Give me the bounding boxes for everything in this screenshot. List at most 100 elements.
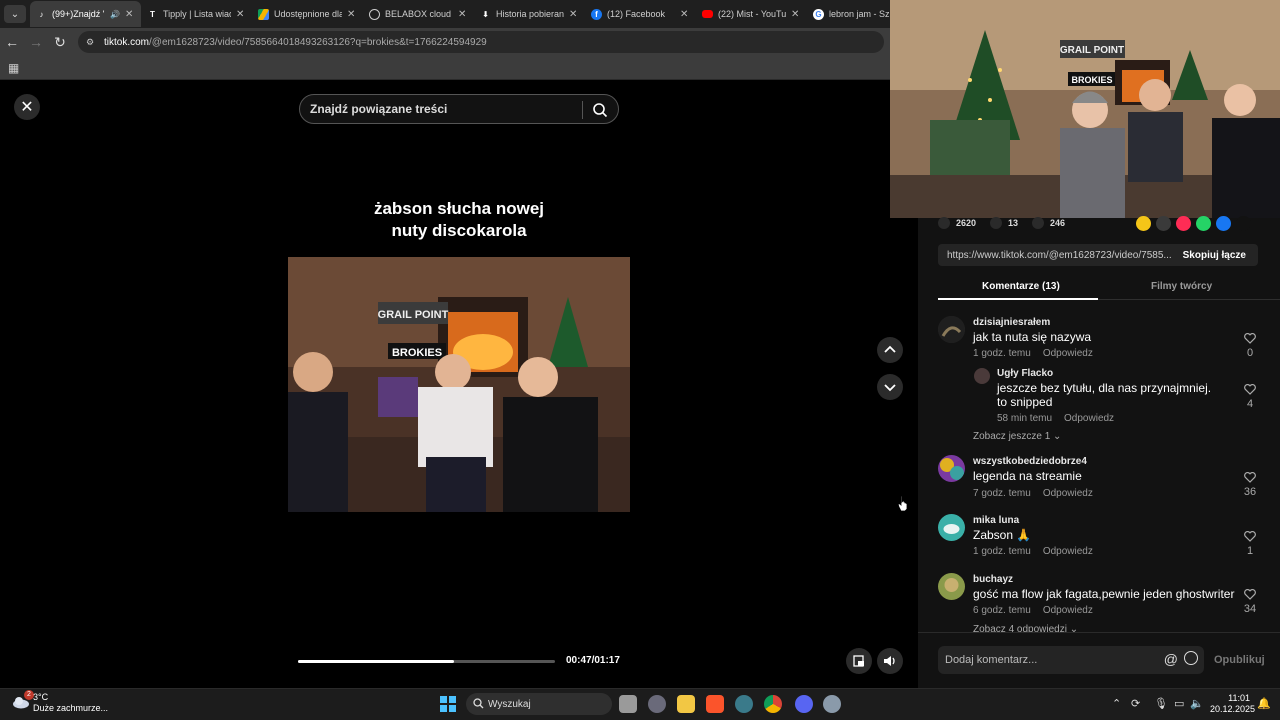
brave-browser-icon[interactable]	[706, 695, 724, 713]
facebook-share-icon[interactable]	[1216, 216, 1231, 231]
avatar[interactable]	[974, 368, 990, 384]
whatsapp-icon[interactable]	[1196, 216, 1211, 231]
url-field[interactable]: ⚙ tiktok.com /@em1628723/video/758566401…	[78, 31, 884, 53]
tab-tipply[interactable]: T Tipply | Lista wiad ✕	[141, 1, 252, 27]
mention-icon[interactable]: @	[1164, 651, 1178, 667]
reply-button[interactable]: Odpowiedz	[1043, 488, 1093, 499]
comment-meta: 1 godz. temu Odpowiedz	[973, 348, 1093, 359]
tab-comments[interactable]: Komentarze (13)	[982, 281, 1060, 292]
tab-youtube[interactable]: (22) Mist - YouTu ✕	[696, 1, 807, 27]
microphone-icon[interactable]: 🎙	[1154, 697, 1168, 710]
clock-time: 11:01	[1228, 693, 1250, 703]
notification-bell-icon[interactable]: 🔔	[1257, 697, 1271, 710]
heart-icon[interactable]	[1244, 472, 1256, 483]
clock[interactable]: 11:01 20.12.2025	[1210, 693, 1256, 715]
avatar[interactable]	[938, 573, 965, 600]
close-tab-icon[interactable]: ✕	[680, 9, 690, 20]
task-view-icon[interactable]	[619, 695, 637, 713]
chrome-icon[interactable]	[764, 695, 782, 713]
close-tab-icon[interactable]: ✕	[569, 9, 579, 20]
avatar-image	[938, 316, 965, 343]
save-action[interactable]: 246	[1032, 217, 1065, 229]
previous-video-button[interactable]	[877, 337, 903, 363]
tab-facebook[interactable]: f (12) Facebook ✕	[585, 1, 696, 27]
comment-count: 13	[1008, 218, 1019, 228]
heart-icon[interactable]	[1244, 531, 1256, 542]
tab-belabox[interactable]: BELABOX cloud ✕	[363, 1, 474, 27]
add-comment-input[interactable]: Dodaj komentarz... @	[938, 646, 1204, 674]
chevron-up-icon	[884, 345, 896, 353]
sync-icon[interactable]: ⟳	[1131, 697, 1140, 710]
reply-button[interactable]: Odpowiedz	[1043, 546, 1093, 557]
comment-action[interactable]: 13	[990, 217, 1018, 229]
discord-icon[interactable]	[795, 695, 813, 713]
avatar-image	[938, 514, 965, 541]
file-explorer-icon[interactable]	[677, 695, 695, 713]
heart-icon[interactable]	[1244, 333, 1256, 344]
back-arrow-icon[interactable]: ←	[0, 34, 24, 50]
tab-search-button[interactable]: ⌄	[4, 5, 26, 23]
comment-username[interactable]: Ugły Flacko	[997, 368, 1053, 379]
copy-link-button[interactable]: Skopiuj łącze	[1183, 250, 1246, 261]
volume-icon[interactable]: 🔈	[1190, 697, 1204, 710]
send-to-friends-icon[interactable]	[1176, 216, 1191, 231]
start-button[interactable]	[440, 696, 456, 712]
comment-time: 6 godz. temu	[973, 605, 1031, 616]
close-tab-icon[interactable]: ✕	[347, 9, 357, 20]
reply-button[interactable]: Odpowiedz	[1043, 605, 1093, 616]
apps-grid-icon[interactable]: ▦	[8, 61, 19, 75]
avatar[interactable]	[938, 316, 965, 343]
heart-icon[interactable]	[1244, 589, 1256, 600]
chevron-down-icon: ⌄	[1053, 431, 1062, 442]
comment-time: 7 godz. temu	[973, 488, 1031, 499]
mini-player-button[interactable]	[846, 648, 872, 674]
weather-text: 3°C Duże zachmurze...	[33, 692, 108, 714]
site-info-icon[interactable]: ⚙	[86, 37, 98, 48]
speaker-icon[interactable]: 🔊	[110, 10, 120, 19]
volume-button[interactable]	[877, 648, 903, 674]
see-more-replies[interactable]: Zobacz jeszcze 1 ⌄	[973, 431, 1061, 442]
avatar[interactable]	[938, 455, 965, 482]
tab-drive[interactable]: Udostępnione dla ✕	[252, 1, 363, 27]
comment-username[interactable]: buchayz	[973, 574, 1013, 585]
emoji-icon[interactable]	[1184, 651, 1198, 665]
search-icon[interactable]	[592, 102, 608, 118]
comment-text: legenda na streamie	[973, 469, 1082, 483]
video-progress-bar[interactable]	[298, 660, 555, 663]
close-tab-icon[interactable]: ✕	[458, 9, 468, 20]
taskbar-search[interactable]: Wyszukaj	[466, 693, 612, 715]
comment-text: gość ma flow jak fagata,pewnie jeden gho…	[973, 587, 1235, 601]
tab-tiktok[interactable]: ♪ (99+)Znajdź 'l 🔊 ✕	[30, 1, 141, 27]
comment-username[interactable]: dzisiajniesrałem	[973, 317, 1050, 328]
obs-icon[interactable]	[648, 695, 666, 713]
clock-date: 20.12.2025	[1210, 704, 1256, 714]
post-comment-button[interactable]: Opublikuj	[1214, 654, 1265, 666]
settings-gear-icon[interactable]	[823, 695, 841, 713]
close-tab-icon[interactable]: ✕	[791, 9, 801, 20]
tab-downloads[interactable]: ⬇ Historia pobieran ✕	[474, 1, 585, 27]
share-link-text[interactable]: https://www.tiktok.com/@em1628723/video/…	[938, 250, 1172, 261]
show-hidden-icons-chevron-icon[interactable]: ⌃	[1112, 697, 1121, 710]
heart-icon[interactable]	[1244, 384, 1256, 395]
comment-username[interactable]: wszystkobedziedobrze4	[973, 456, 1087, 467]
comment-username[interactable]: mika luna	[973, 515, 1019, 526]
ccleaner-icon[interactable]	[735, 695, 753, 713]
avatar[interactable]	[938, 514, 965, 541]
webcam-image: GRAIL POINT BROKIES	[890, 0, 1280, 218]
embed-icon[interactable]	[1156, 216, 1171, 231]
reply-button[interactable]: Odpowiedz	[1064, 413, 1114, 424]
emoji-share-icon[interactable]	[1136, 216, 1151, 231]
network-icon[interactable]: ▭	[1174, 697, 1184, 710]
next-video-button[interactable]	[877, 374, 903, 400]
reply-button[interactable]: Odpowiedz	[1043, 348, 1093, 359]
related-search-input[interactable]: Znajdź powiązane treści	[299, 94, 619, 124]
share-arrow-icon[interactable]	[1236, 216, 1251, 231]
close-video-button[interactable]: ✕	[14, 94, 40, 120]
tab-creator-videos[interactable]: Filmy twórcy	[1151, 281, 1212, 292]
close-tab-icon[interactable]: ✕	[125, 9, 135, 20]
like-action[interactable]: 2620	[938, 217, 976, 229]
close-tab-icon[interactable]: ✕	[236, 9, 246, 20]
tiktok-icon: ♪	[39, 9, 44, 19]
forward-arrow-icon[interactable]: →	[24, 34, 48, 50]
reload-icon[interactable]: ↻	[48, 34, 72, 51]
